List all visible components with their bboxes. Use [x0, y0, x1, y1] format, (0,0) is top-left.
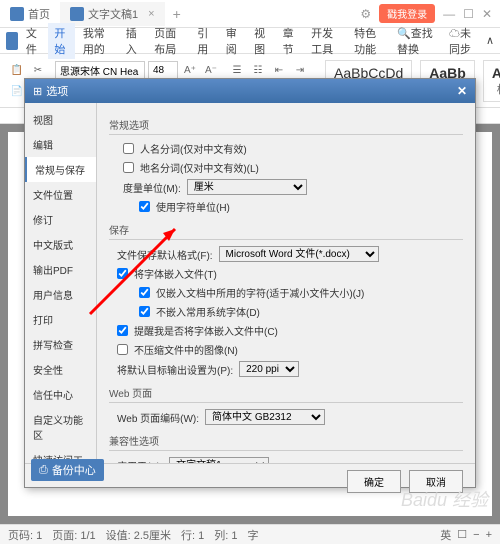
- menu-start[interactable]: 开始: [48, 23, 74, 59]
- app-logo-icon[interactable]: [6, 32, 18, 50]
- section-compat: 兼容性选项: [109, 433, 463, 451]
- sidebar-item-security[interactable]: 安全性: [25, 357, 96, 382]
- sidebar-item-pdf[interactable]: 输出PDF: [25, 257, 96, 282]
- statusbar: 页码: 1 页面: 1/1 设值: 2.5厘米 行: 1 列: 1 字 英 ☐ …: [0, 524, 500, 544]
- sidebar-item-user[interactable]: 用户信息: [25, 282, 96, 307]
- doc-icon: [70, 7, 84, 21]
- section-web: Web 页面: [109, 385, 463, 403]
- bullets-icon[interactable]: ☰: [228, 61, 246, 79]
- style-heading2[interactable]: AaBb(标题 2: [483, 60, 500, 102]
- numbering-icon[interactable]: ☷: [249, 61, 267, 79]
- indent-inc-icon[interactable]: ⇥: [291, 61, 309, 79]
- view-mode-icon[interactable]: ☐: [457, 528, 467, 541]
- menu-file[interactable]: 文件: [20, 23, 46, 59]
- menu-find[interactable]: 🔍查找替换: [391, 23, 441, 59]
- menu-unsync[interactable]: ☁未同步: [443, 23, 484, 59]
- apply-select[interactable]: 文字文稿1: [169, 457, 269, 463]
- menu-layout[interactable]: 页面布局: [148, 23, 189, 59]
- menu-section[interactable]: 章节: [277, 23, 303, 59]
- status-chars: 字: [248, 527, 259, 543]
- indent-dec-icon[interactable]: ⇤: [270, 61, 288, 79]
- close-icon[interactable]: ✕: [482, 7, 492, 21]
- checkbox-no-compress[interactable]: [117, 344, 128, 355]
- status-pos: 设值: 2.5厘米: [106, 527, 171, 543]
- backup-icon: ⎙: [39, 464, 48, 477]
- options-dialog: ⊞ 选项 ✕ 视图 编辑 常规与保存 文件位置 修订 中文版式 输出PDF 用户…: [24, 78, 476, 488]
- section-save: 保存: [109, 222, 463, 240]
- zoom-out-icon[interactable]: −: [473, 529, 479, 541]
- dialog-titlebar: ⊞ 选项 ✕: [25, 79, 475, 103]
- menu-dev[interactable]: 开发工具: [305, 23, 346, 59]
- sidebar-item-revision[interactable]: 修订: [25, 207, 96, 232]
- status-col: 列: 1: [214, 527, 237, 543]
- backup-center-button[interactable]: ⎙备份中心: [31, 459, 104, 481]
- size-select[interactable]: [148, 61, 178, 79]
- ok-button[interactable]: 确定: [347, 470, 401, 493]
- zoom-in-icon[interactable]: +: [486, 529, 492, 541]
- menu-expand-icon[interactable]: ∧: [486, 34, 494, 47]
- tab-add[interactable]: +: [165, 6, 189, 22]
- dialog-close-icon[interactable]: ✕: [457, 84, 467, 98]
- unit-select[interactable]: 厘米: [187, 179, 307, 195]
- dialog-sidebar: 视图 编辑 常规与保存 文件位置 修订 中文版式 输出PDF 用户信息 打印 拼…: [25, 103, 97, 463]
- checkbox-embed-used[interactable]: [139, 287, 150, 298]
- sidebar-item-custom-ribbon[interactable]: 自定义功能区: [25, 407, 96, 447]
- cut-icon[interactable]: ✂: [29, 61, 47, 79]
- checkbox-char-unit[interactable]: [139, 201, 150, 212]
- menu-view[interactable]: 视图: [248, 23, 274, 59]
- paste-icon[interactable]: 📋: [8, 61, 26, 79]
- checkbox-no-sysfont[interactable]: [139, 306, 150, 317]
- menu-mine[interactable]: 我常用的: [77, 23, 118, 59]
- maximize-icon[interactable]: ☐: [463, 7, 474, 21]
- sidebar-item-print[interactable]: 打印: [25, 307, 96, 332]
- cancel-button[interactable]: 取消: [409, 470, 463, 493]
- dialog-icon: ⊞: [33, 85, 42, 98]
- menu-insert[interactable]: 插入: [120, 23, 146, 59]
- sidebar-item-general-save[interactable]: 常规与保存: [25, 157, 96, 182]
- web-encoding-select[interactable]: 简体中文 GB2312: [205, 409, 325, 425]
- format-select[interactable]: Microsoft Word 文件(*.docx): [219, 246, 379, 262]
- shrink-font-icon[interactable]: A⁻: [202, 61, 220, 79]
- sidebar-item-view[interactable]: 视图: [25, 107, 96, 132]
- menu-ref[interactable]: 引用: [191, 23, 217, 59]
- minimize-icon[interactable]: —: [443, 7, 455, 21]
- menu-special[interactable]: 特色功能: [348, 23, 389, 59]
- menubar: 文件 开始 我常用的 插入 页面布局 引用 审阅 视图 章节 开发工具 特色功能…: [0, 28, 500, 54]
- dialog-content: 常规选项 人名分词(仅对中文有效) 地名分词(仅对中文有效)(L) 度量单位(M…: [97, 103, 475, 463]
- checkbox-name-seg[interactable]: [123, 143, 134, 154]
- ppi-select[interactable]: 220 ppi: [239, 361, 299, 377]
- login-button[interactable]: 戳我登录: [379, 4, 435, 23]
- menu-review[interactable]: 审阅: [220, 23, 246, 59]
- sidebar-item-edit[interactable]: 编辑: [25, 132, 96, 157]
- home-icon: [10, 7, 24, 21]
- dialog-title: 选项: [46, 83, 68, 99]
- sidebar-item-spell[interactable]: 拼写检查: [25, 332, 96, 357]
- section-general: 常规选项: [109, 117, 463, 135]
- sidebar-item-trust[interactable]: 信任中心: [25, 382, 96, 407]
- font-select[interactable]: [55, 61, 145, 79]
- grow-font-icon[interactable]: A⁺: [181, 61, 199, 79]
- checkbox-embed-font[interactable]: [117, 268, 128, 279]
- status-page: 页码: 1: [8, 527, 42, 543]
- status-pages: 页面: 1/1: [52, 527, 95, 543]
- settings-icon[interactable]: ⚙: [360, 7, 371, 21]
- status-input[interactable]: 英: [440, 527, 451, 543]
- status-line: 行: 1: [181, 527, 204, 543]
- checkbox-warn-embed[interactable]: [117, 325, 128, 336]
- sidebar-item-file-location[interactable]: 文件位置: [25, 182, 96, 207]
- sidebar-item-cn-layout[interactable]: 中文版式: [25, 232, 96, 257]
- checkbox-addr-seg[interactable]: [123, 162, 134, 173]
